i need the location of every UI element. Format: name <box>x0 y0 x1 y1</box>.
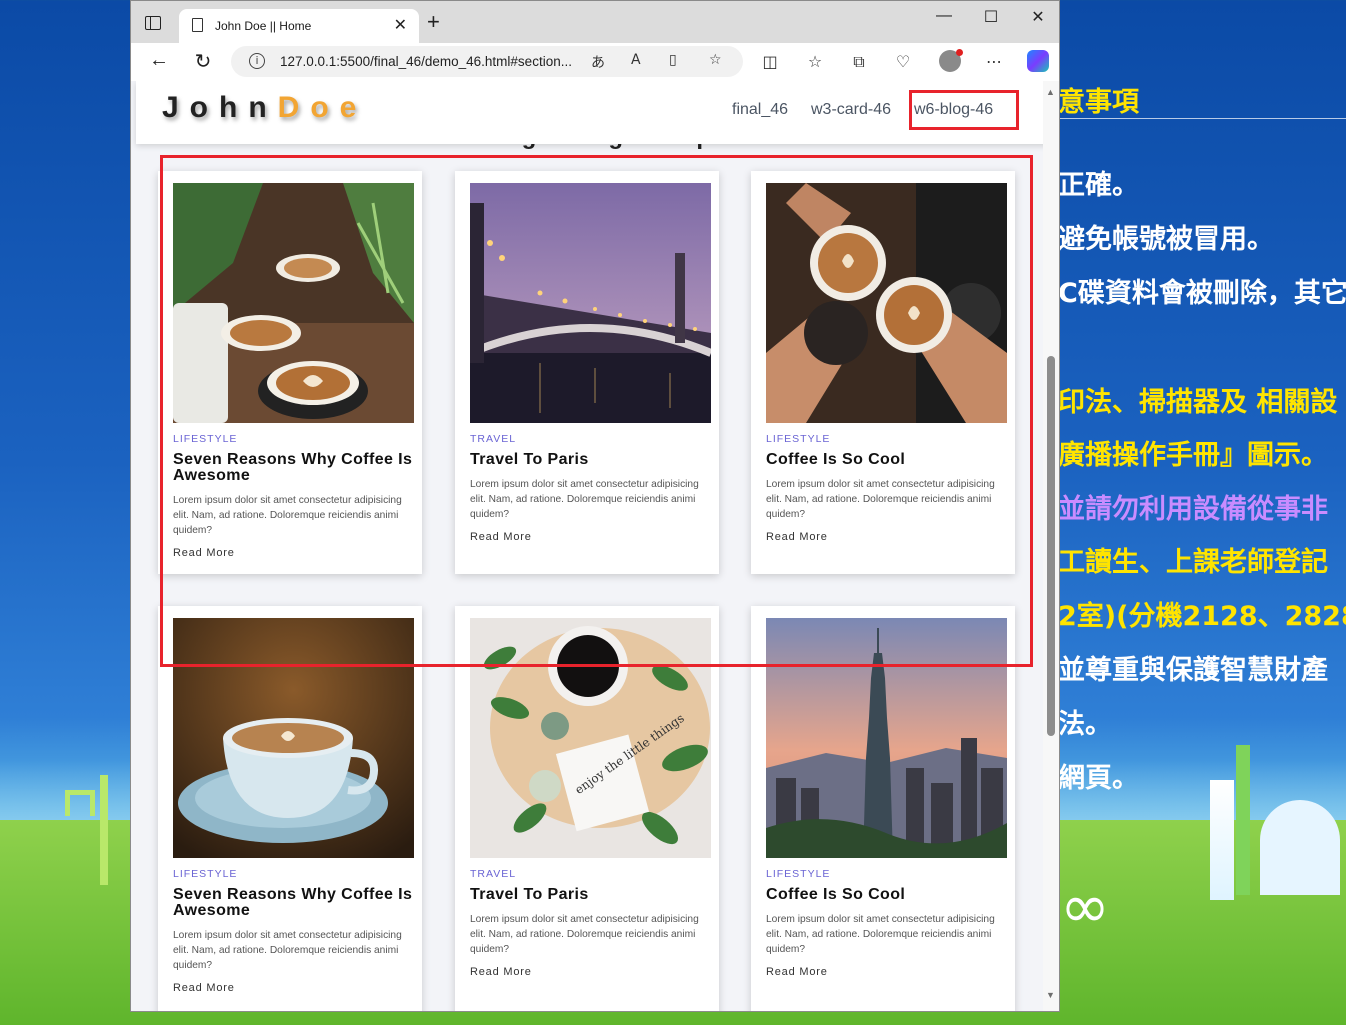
logo-first: John <box>162 91 278 124</box>
nav-link-w3-card-46[interactable]: w3-card-46 <box>811 101 891 119</box>
card-body: Lorem ipsum dolor sit amet consectetur a… <box>470 914 699 955</box>
annotation-cards-highlight <box>160 155 1033 667</box>
site-header: JohnDoe final_46 w3-card-46 w6-blog-46 <box>136 81 1043 144</box>
favorites-icon[interactable]: ☆ <box>804 52 826 74</box>
scroll-down-icon[interactable]: ▼ <box>1046 990 1055 1000</box>
notice-line: 工讀生、上課老師登記 <box>1058 547 1328 578</box>
wallpaper-infinity-logo: ∞ <box>1060 872 1110 942</box>
immersive-reader-icon[interactable]: ▯ <box>669 52 677 68</box>
translate-icon[interactable]: あ <box>591 52 605 72</box>
browser-tab[interactable]: John Doe || Home ✕ <box>179 9 419 43</box>
card-title[interactable]: Travel To Paris <box>470 887 710 903</box>
new-tab-icon[interactable]: + <box>427 11 440 33</box>
notice-line: 網頁。 <box>1058 763 1139 794</box>
page-scrollbar[interactable]: ▲ ▼ <box>1043 81 1059 1011</box>
read-more-link[interactable]: Read More <box>173 982 235 994</box>
logo-last: Doe <box>277 91 368 124</box>
notice-line: 並請勿利用設備從事非 <box>1058 494 1328 525</box>
tab-actions-icon[interactable] <box>145 16 161 30</box>
notice-line: 並尊重與保護智慧財產 <box>1058 655 1328 686</box>
notice-line: C碟資料會被刪除，其它 <box>1058 278 1346 309</box>
wallpaper-building <box>1236 745 1250 895</box>
card-body: Lorem ipsum dolor sit amet consectetur a… <box>173 930 402 971</box>
nav-link-final-46[interactable]: final_46 <box>732 101 788 119</box>
read-more-link[interactable]: Read More <box>470 966 532 978</box>
notice-line: 避免帳號被冒用。 <box>1058 224 1274 255</box>
tab-bar: John Doe || Home ✕ + — ☐ ✕ <box>131 1 1059 43</box>
split-screen-icon[interactable]: ◫ <box>759 52 781 74</box>
wallpaper-building <box>1210 780 1234 900</box>
notice-line: 意事項 <box>1058 87 1139 118</box>
page-icon <box>192 18 203 32</box>
notice-line: 印法、掃描器及 相關設 <box>1058 387 1338 418</box>
card-body: Lorem ipsum dolor sit amet consectetur a… <box>766 914 995 955</box>
read-aloud-icon[interactable]: A <box>631 52 641 68</box>
wallpaper-notice-text: 意事項 正確。 避免帳號被冒用。 C碟資料會被刪除，其它 印法、掃描器及 相關設… <box>1058 70 1346 810</box>
read-more-link[interactable]: Read More <box>766 966 828 978</box>
scroll-thumb[interactable] <box>1047 356 1055 736</box>
card-category: LIFESTYLE <box>173 868 238 880</box>
wallpaper-sign <box>65 790 95 816</box>
notice-line: 廣播操作手冊』圖示。 <box>1058 440 1328 471</box>
annotation-nav-highlight <box>909 90 1019 130</box>
browser-toolbar: ← ↻ i 127.0.0.1:5500/final_46/demo_46.ht… <box>131 43 1059 81</box>
site-info-icon[interactable]: i <box>249 53 265 69</box>
more-menu-icon[interactable]: ⋯ <box>983 52 1005 74</box>
close-window-icon[interactable]: ✕ <box>1023 7 1053 27</box>
close-tab-icon[interactable]: ✕ <box>394 15 407 35</box>
profile-avatar-icon[interactable] <box>939 49 963 72</box>
card-title[interactable]: Coffee Is So Cool <box>766 887 1006 903</box>
address-bar[interactable]: i 127.0.0.1:5500/final_46/demo_46.html#s… <box>231 46 743 77</box>
favorite-star-icon[interactable]: ☆ <box>709 52 722 68</box>
scroll-up-icon[interactable]: ▲ <box>1046 87 1055 97</box>
back-icon[interactable]: ← <box>146 49 172 72</box>
copilot-icon[interactable] <box>1027 50 1049 72</box>
wallpaper-building <box>1260 800 1340 895</box>
maximize-icon[interactable]: ☐ <box>976 7 1006 27</box>
collections-icon[interactable]: ⧉ <box>848 52 870 74</box>
notice-line: 2室)(分機2128、2828 <box>1058 601 1346 632</box>
performance-icon[interactable]: ♡ <box>892 52 914 74</box>
card-category: TRAVEL <box>470 868 517 880</box>
notice-line: 法。 <box>1058 709 1112 740</box>
url-text[interactable]: 127.0.0.1:5500/final_46/demo_46.html#sec… <box>280 54 572 69</box>
notice-line: 正確。 <box>1058 170 1139 201</box>
tab-title: John Doe || Home <box>215 19 312 33</box>
refresh-icon[interactable]: ↻ <box>190 49 216 74</box>
card-title[interactable]: Seven Reasons Why Coffee Is Awesome <box>173 887 413 919</box>
minimize-icon[interactable]: — <box>929 7 959 25</box>
site-logo[interactable]: JohnDoe <box>162 91 367 125</box>
card-category: LIFESTYLE <box>766 868 831 880</box>
wallpaper-pole <box>100 775 108 885</box>
